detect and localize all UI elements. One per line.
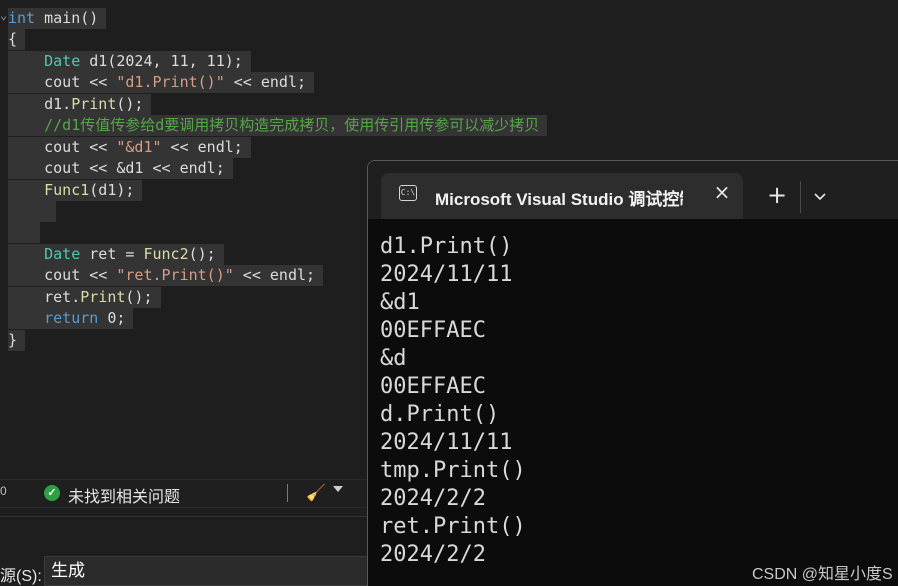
- plus-icon[interactable]: +: [765, 183, 789, 207]
- code-token: "d1.Print()": [116, 73, 225, 91]
- code-token: Print: [80, 288, 126, 306]
- terminal-line: &d: [380, 346, 407, 371]
- code-line[interactable]: return 0;: [8, 308, 134, 329]
- code-line[interactable]: [8, 222, 40, 243]
- terminal-line: 2024/11/11: [380, 262, 513, 287]
- code-token: d1.: [8, 95, 72, 113]
- code-token: main(): [35, 9, 99, 27]
- code-line[interactable]: cout << "&d1" << endl;: [8, 137, 251, 158]
- code-line[interactable]: Date d1(2024, 11, 11);: [8, 51, 251, 72]
- fold-marker[interactable]: ⌄: [0, 5, 8, 26]
- code-token: ();: [125, 288, 153, 306]
- code-line[interactable]: {: [8, 29, 26, 50]
- output-source-select[interactable]: 生成: [44, 556, 374, 586]
- close-icon[interactable]: ×: [712, 182, 732, 202]
- tab-title: Microsoft Visual Studio 调试控制台: [435, 190, 683, 209]
- titlebar-divider: [800, 181, 801, 213]
- status-left-glyph: 0: [0, 484, 7, 498]
- code-token: << endl;: [224, 73, 307, 91]
- terminal-line: &d1: [380, 290, 420, 315]
- terminal-line: 2024/11/11: [380, 430, 513, 455]
- output-source-label: 源(S):: [0, 568, 42, 585]
- code-token: 0;: [98, 309, 126, 327]
- terminal-line: d.Print(): [380, 402, 500, 427]
- code-token: return: [44, 309, 99, 327]
- code-token: (d1);: [89, 181, 135, 199]
- code-line[interactable]: d1.Print();: [8, 94, 152, 115]
- code-line[interactable]: }: [8, 330, 26, 351]
- code-token: Date: [8, 245, 81, 263]
- code-token: d1(2024, 11, 11);: [80, 52, 243, 70]
- code-token: Func2: [143, 245, 189, 263]
- code-token: ret.: [8, 288, 81, 306]
- code-line[interactable]: cout << "d1.Print()" << endl;: [8, 72, 315, 93]
- code-line[interactable]: Date ret = Func2();: [8, 244, 224, 265]
- code-line[interactable]: cout << &d1 << endl;: [8, 158, 233, 179]
- code-token: << endl;: [233, 266, 316, 284]
- terminal-line: 2024/2/2: [380, 486, 486, 511]
- terminal-line: 00EFFAEC: [380, 374, 486, 399]
- code-token: "ret.Print()": [116, 266, 234, 284]
- code-token: ();: [116, 95, 144, 113]
- code-token: Date: [8, 52, 81, 70]
- code-token: //d1传值传参给d要调用拷贝构造完成拷贝，使用传引用传参可以减少拷贝: [8, 116, 540, 134]
- check-circle-icon[interactable]: ✓: [44, 485, 60, 501]
- code-token: ret =: [80, 245, 144, 263]
- code-token: ();: [188, 245, 216, 263]
- code-token: << endl;: [161, 138, 243, 156]
- debug-console-window[interactable]: C:\ Microsoft Visual Studio 调试控制台 × + d1…: [367, 160, 898, 586]
- chevron-down-icon[interactable]: [813, 189, 827, 203]
- code-token: }: [8, 331, 18, 349]
- code-line[interactable]: cout << "ret.Print()" << endl;: [8, 265, 324, 286]
- code-line[interactable]: Func1(d1);: [8, 180, 143, 201]
- code-line[interactable]: [8, 201, 56, 222]
- code-token: int: [8, 9, 36, 27]
- terminal-line: tmp.Print(): [380, 458, 526, 483]
- terminal-line: 00EFFAEC: [380, 318, 486, 343]
- code-token: Func1: [44, 181, 90, 199]
- terminal-line: d1.Print(): [380, 234, 513, 259]
- code-token: Print: [71, 95, 117, 113]
- terminal-line: 2024/2/2: [380, 542, 486, 567]
- terminal-output[interactable]: d1.Print() 2024/11/11 &d1 00EFFAEC &d 00…: [368, 219, 898, 586]
- chevron-down-icon[interactable]: [333, 486, 343, 492]
- console-app-icon: C:\: [399, 185, 417, 201]
- terminal-line: ret.Print(): [380, 514, 526, 539]
- code-line[interactable]: //d1传值传参给d要调用拷贝构造完成拷贝，使用传引用传参可以减少拷贝: [8, 115, 548, 136]
- code-token: cout << &d1 << endl;: [8, 159, 225, 177]
- code-token: {: [8, 30, 18, 48]
- code-token: cout <<: [8, 266, 117, 284]
- code-line[interactable]: ret.Print();: [8, 287, 161, 308]
- code-token: "&d1": [116, 138, 162, 156]
- code-token: cout <<: [8, 73, 117, 91]
- watermark: CSDN @知星小度S: [752, 566, 893, 583]
- terminal-tab[interactable]: C:\ Microsoft Visual Studio 调试控制台 ×: [381, 173, 743, 219]
- code-token: cout <<: [8, 138, 117, 156]
- code-line[interactable]: int main(): [8, 8, 107, 29]
- broom-icon[interactable]: 🧹: [306, 483, 328, 503]
- terminal-titlebar[interactable]: C:\ Microsoft Visual Studio 调试控制台 × +: [368, 161, 898, 219]
- status-divider: [287, 484, 288, 502]
- issues-status-label[interactable]: 未找到相关问题: [68, 483, 180, 507]
